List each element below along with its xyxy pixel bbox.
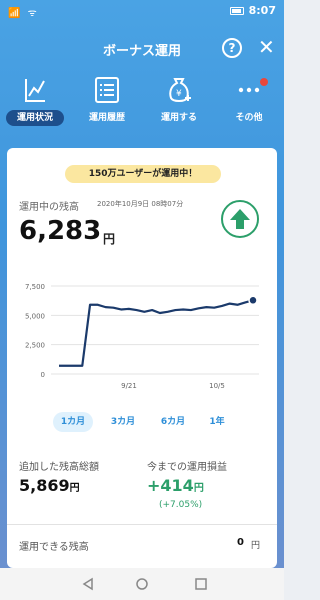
recents-icon[interactable] — [195, 578, 207, 590]
latest-point-marker — [248, 295, 258, 306]
period-3m[interactable]: 3カ月 — [103, 412, 143, 432]
tab-label: 運用する — [160, 113, 197, 123]
period-6m[interactable]: 6カ月 — [153, 412, 193, 432]
balance-value: 6,283 — [19, 216, 102, 246]
more-dots-icon — [238, 87, 260, 93]
close-icon[interactable]: ✕ — [258, 37, 275, 57]
promo-banner: 150万ユーザーが運用中！ — [65, 165, 221, 183]
added-total-number: 5,869 — [19, 476, 70, 495]
arrow-up-icon — [230, 209, 250, 229]
tab-label: 運用履歴 — [88, 113, 125, 123]
tab-label: その他 — [235, 113, 263, 123]
period-1y[interactable]: 1年 — [197, 412, 237, 432]
x-tick-label: 9/21 — [121, 382, 137, 390]
profit-loss-number: +414 — [147, 476, 194, 495]
home-icon[interactable] — [136, 578, 148, 590]
added-total-unit: 円 — [69, 483, 80, 494]
divider — [7, 524, 277, 525]
signal-icon: 📶 ᯤ — [8, 8, 39, 19]
profit-loss-value: +414円 — [147, 476, 204, 495]
y-tick-label: 2,500 — [25, 342, 45, 350]
y-tick-label: 7,500 — [25, 283, 45, 291]
notification-badge — [260, 78, 268, 86]
profit-loss-label: 今までの運用損益 — [147, 462, 227, 473]
trend-up-icon[interactable] — [221, 200, 259, 238]
tab-invest[interactable]: ¥ 運用する — [146, 76, 212, 132]
app-header: ボーナス運用 ? ✕ — [0, 34, 284, 64]
tab-other[interactable]: その他 — [216, 76, 282, 132]
tab-status[interactable]: 運用状況 — [2, 76, 68, 132]
tab-label: 運用状況 — [6, 110, 64, 126]
balance-label: 運用中の残高 — [19, 202, 79, 213]
status-card: 150万ユーザーが運用中！ 運用中の残高 2020年10月9日 08時07分 6… — [7, 148, 277, 568]
y-tick-label: 0 — [41, 371, 45, 379]
battery-icon — [229, 6, 244, 15]
balance-date: 2020年10月9日 08時07分 — [97, 200, 184, 208]
help-icon[interactable]: ? — [222, 38, 242, 58]
x-tick-label: 10/5 — [209, 382, 225, 390]
system-nav-bar — [0, 568, 284, 600]
profit-loss-percent: (+7.05%) — [159, 500, 203, 510]
status-bar: 📶 ᯤ 8:07 — [0, 0, 284, 22]
y-tick-label: 5,000 — [25, 312, 45, 320]
balance-series-line — [59, 299, 254, 367]
available-balance-label: 運用できる残高 — [19, 542, 89, 553]
profit-loss-unit: 円 — [193, 483, 204, 494]
available-balance-unit: 円 — [251, 541, 261, 551]
period-1m[interactable]: 1カ月 — [53, 412, 93, 432]
added-total-value: 5,869円 — [19, 476, 80, 495]
list-icon — [95, 77, 119, 103]
svg-text:¥: ¥ — [176, 89, 182, 99]
balance-chart: 0 2,500 5,000 7,500 9/21 10/5 — [25, 283, 259, 390]
added-total-label: 追加した残高総額 — [19, 462, 99, 473]
balance-unit: 円 — [103, 232, 116, 246]
clock: 8:07 — [248, 4, 276, 17]
available-balance-value: 0 — [237, 537, 244, 548]
back-icon[interactable] — [82, 577, 93, 591]
tab-history[interactable]: 運用履歴 — [74, 76, 140, 132]
chart-line-icon — [25, 79, 45, 102]
money-bag-plus-icon: ¥ — [169, 78, 191, 102]
tab-nav: 運用状況 運用履歴 ¥ 運用する その他 — [0, 76, 284, 132]
